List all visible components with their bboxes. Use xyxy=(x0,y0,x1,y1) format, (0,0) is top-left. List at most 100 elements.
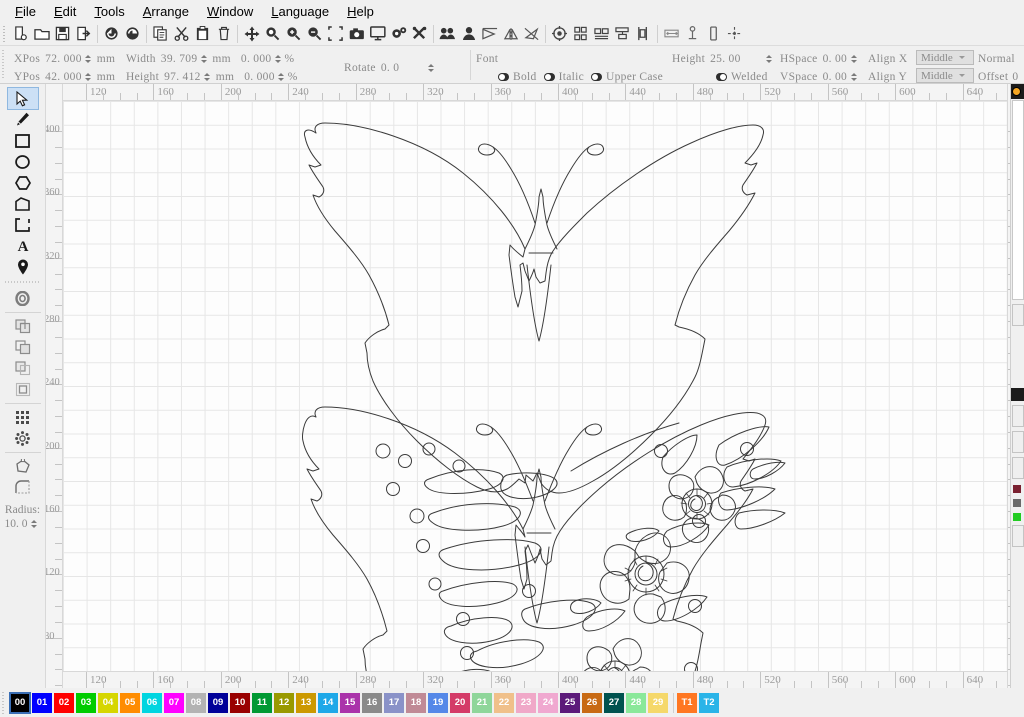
array-icon[interactable] xyxy=(661,23,682,44)
redo-icon[interactable] xyxy=(122,23,143,44)
pencil-draw-tool[interactable] xyxy=(8,109,38,130)
menu-item-arrange[interactable]: Arrange xyxy=(134,2,198,21)
boolean-intersect-tool[interactable] xyxy=(8,358,38,379)
italic-checkbox[interactable]: Italic xyxy=(543,71,584,83)
palette-swatch-08[interactable]: 08 xyxy=(186,692,206,713)
hspace-stepper[interactable] xyxy=(850,52,857,65)
palette-swatch-07[interactable]: 07 xyxy=(164,692,184,713)
measure-icon[interactable] xyxy=(703,23,724,44)
export-file-icon[interactable] xyxy=(73,23,94,44)
palette-swatch-15[interactable]: 15 xyxy=(340,692,360,713)
palette-swatch-06[interactable]: 06 xyxy=(142,692,162,713)
zoom-selection-icon[interactable] xyxy=(325,23,346,44)
rotate-value[interactable]: 0. 0 xyxy=(381,62,399,74)
align-x-select[interactable]: Middle xyxy=(916,50,974,65)
palette-swatch-02[interactable]: 02 xyxy=(54,692,74,713)
width-stepper[interactable] xyxy=(200,52,207,65)
text-height-stepper[interactable] xyxy=(765,52,772,65)
menu-item-tools[interactable]: Tools xyxy=(85,2,133,21)
panel-color-swatch[interactable] xyxy=(1013,513,1021,521)
ungroup-icon[interactable] xyxy=(458,23,479,44)
palette-swatch-T2[interactable]: T2 xyxy=(699,692,719,713)
move-arrows-icon[interactable] xyxy=(241,23,262,44)
height-value[interactable]: 97. 412 xyxy=(164,71,201,83)
cuts-layers-panel[interactable] xyxy=(1010,84,1024,688)
circular-array-tool[interactable] xyxy=(8,428,38,449)
offset-value[interactable]: 0 xyxy=(1012,71,1018,83)
palette-swatch-01[interactable]: 01 xyxy=(32,692,52,713)
node-edit-icon[interactable] xyxy=(682,23,703,44)
palette-swatch-21[interactable]: 21 xyxy=(472,692,492,713)
panel-color-swatch[interactable] xyxy=(1013,499,1021,507)
map-pin-icon[interactable] xyxy=(8,256,38,277)
ellipse-tool[interactable] xyxy=(8,151,38,172)
zoom-out-icon[interactable] xyxy=(304,23,325,44)
mirror-vertical-icon[interactable] xyxy=(500,23,521,44)
palette-drag-grip[interactable] xyxy=(2,691,8,714)
panel-field[interactable] xyxy=(1012,457,1024,479)
width-pct-value[interactable]: 0. 000 xyxy=(241,53,272,65)
canvas-artwork[interactable] xyxy=(63,101,1007,671)
distribute-h-icon[interactable] xyxy=(612,23,633,44)
palette-swatch-29[interactable]: 29 xyxy=(648,692,668,713)
palette-swatch-11[interactable]: 11 xyxy=(252,692,272,713)
palette-swatch-17[interactable]: 17 xyxy=(384,692,404,713)
palette-swatch-28[interactable]: 28 xyxy=(626,692,646,713)
text-tool[interactable]: A xyxy=(8,235,38,256)
undo-icon[interactable] xyxy=(101,23,122,44)
palette-swatch-13[interactable]: 13 xyxy=(296,692,316,713)
rectangle-tool[interactable] xyxy=(8,130,38,151)
open-folder-icon[interactable] xyxy=(31,23,52,44)
fillet-corner-tool[interactable] xyxy=(8,477,38,498)
palette-swatch-05[interactable]: 05 xyxy=(120,692,140,713)
radius-stepper[interactable] xyxy=(31,517,38,530)
menu-item-file[interactable]: File xyxy=(6,2,45,21)
menu-item-window[interactable]: Window xyxy=(198,2,262,21)
menu-item-help[interactable]: Help xyxy=(338,2,383,21)
palette-swatch-19[interactable]: 19 xyxy=(428,692,448,713)
rotate-shape-icon[interactable] xyxy=(521,23,542,44)
align-right-icon[interactable] xyxy=(591,23,612,44)
palette-swatch-22[interactable]: 22 xyxy=(494,692,514,713)
text-style-value[interactable]: Normal xyxy=(978,53,1015,65)
palette-swatch-25[interactable]: 25 xyxy=(560,692,580,713)
toolbar-drag-grip[interactable] xyxy=(1,23,8,44)
upper-case-checkbox[interactable]: Upper Case xyxy=(591,71,663,83)
palette-swatch-14[interactable]: 14 xyxy=(318,692,338,713)
ypos-stepper[interactable] xyxy=(85,70,92,83)
panel-field[interactable] xyxy=(1012,405,1024,427)
polygon-tool[interactable] xyxy=(8,172,38,193)
select-arrow-tool[interactable] xyxy=(6,87,39,110)
menu-item-edit[interactable]: Edit xyxy=(45,2,85,21)
polygon-corner-tool[interactable] xyxy=(8,456,38,477)
panel-color-swatch[interactable] xyxy=(1013,485,1021,493)
xpos-value[interactable]: 72. 000 xyxy=(45,53,82,65)
new-file-icon[interactable] xyxy=(10,23,31,44)
palette-swatch-T1[interactable]: T1 xyxy=(677,692,697,713)
ypos-value[interactable]: 42. 000 xyxy=(45,71,82,83)
freeform-shape-tool[interactable] xyxy=(8,193,38,214)
panel-field[interactable] xyxy=(1012,525,1024,547)
rotate-stepper[interactable] xyxy=(427,61,434,74)
zoom-fit-icon[interactable] xyxy=(262,23,283,44)
width-value[interactable]: 39. 709 xyxy=(161,53,198,65)
panel-field[interactable] xyxy=(1012,431,1024,453)
palette-swatch-18[interactable]: 18 xyxy=(406,692,426,713)
palette-swatch-12[interactable]: 12 xyxy=(274,692,294,713)
settings-gear-icon[interactable] xyxy=(388,23,409,44)
palette-swatch-16[interactable]: 16 xyxy=(362,692,382,713)
palette-swatch-27[interactable]: 27 xyxy=(604,692,624,713)
palette-swatch-09[interactable]: 09 xyxy=(208,692,228,713)
tools-wrench-icon[interactable] xyxy=(409,23,430,44)
corner-bracket-tool[interactable] xyxy=(8,214,38,235)
tool-group-grip[interactable] xyxy=(4,280,41,285)
radius-value[interactable]: 10. 0 xyxy=(5,518,28,530)
panel-content[interactable] xyxy=(1012,100,1024,300)
boolean-subtract-tool[interactable] xyxy=(8,337,38,358)
grid-array-tool[interactable] xyxy=(8,407,38,428)
width-pct-stepper[interactable] xyxy=(274,52,281,65)
group-icon[interactable] xyxy=(437,23,458,44)
panel-title-bar[interactable] xyxy=(1011,84,1024,99)
palette-swatch-04[interactable]: 04 xyxy=(98,692,118,713)
horizontal-ruler-top[interactable]: 120 160 200 240 280 320 360 400 440 480 520 560 600 6… xyxy=(46,84,1024,101)
